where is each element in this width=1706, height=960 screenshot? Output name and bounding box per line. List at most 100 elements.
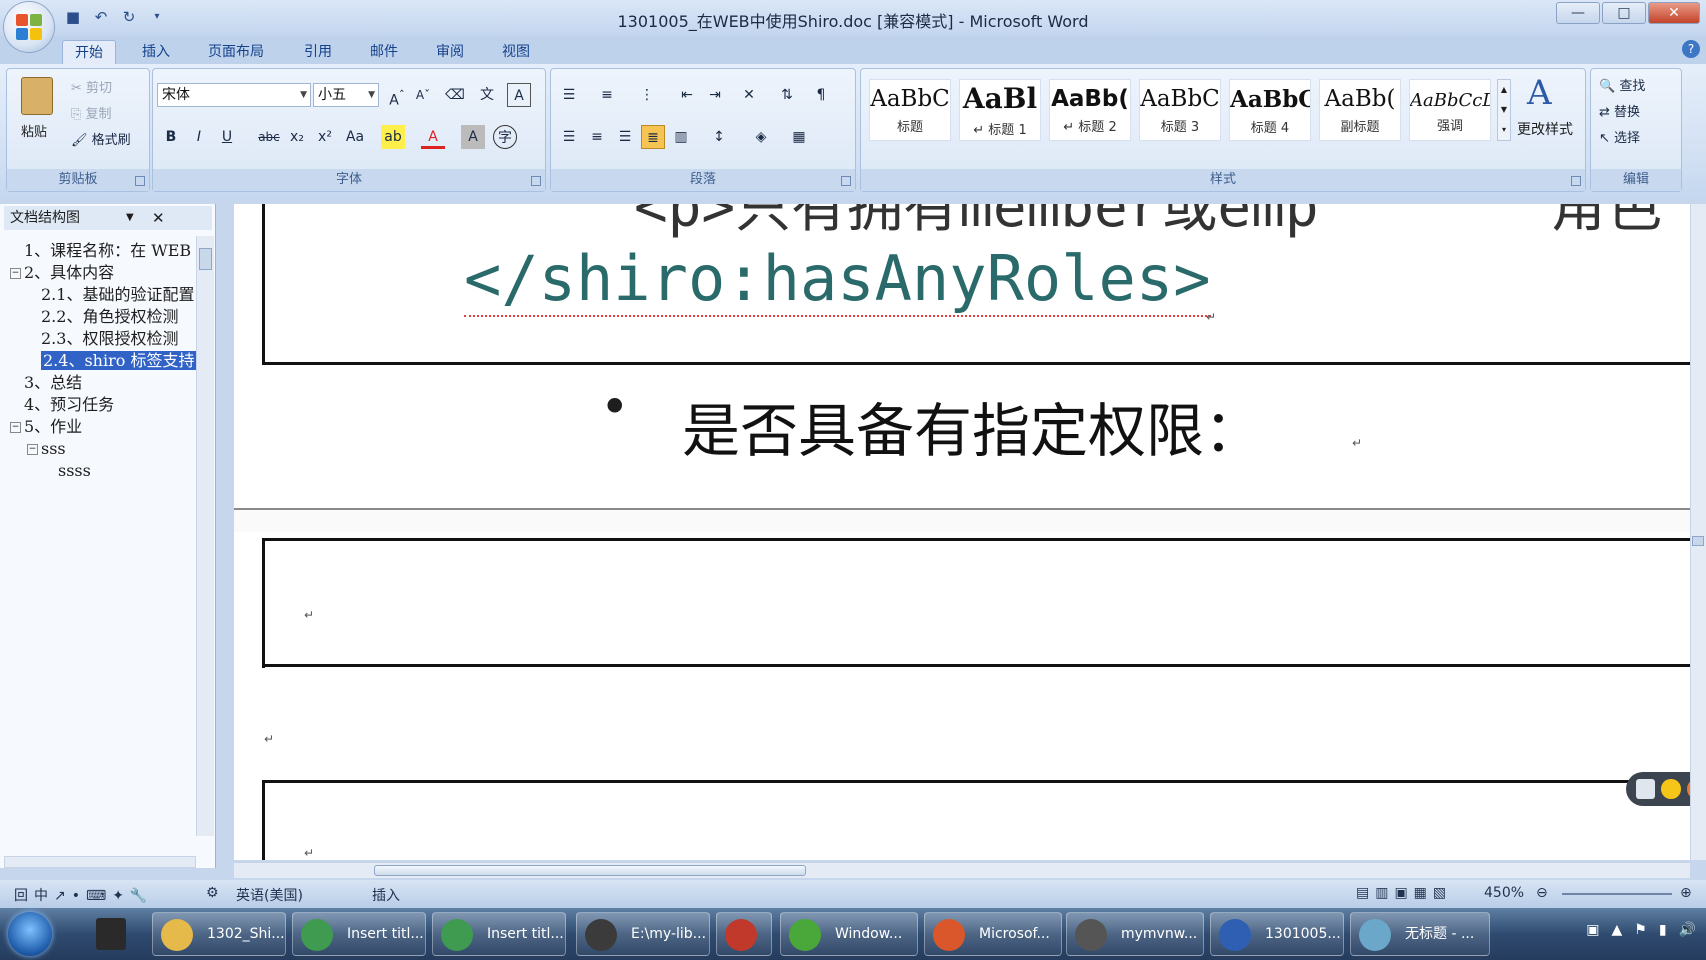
change-styles-button[interactable]: 更改样式 xyxy=(1517,119,1573,139)
style-emphasis[interactable]: AaBbCcD 强调 xyxy=(1409,79,1491,141)
cut-button[interactable]: ✂ 剪切 xyxy=(71,77,112,96)
minimize-button[interactable]: — xyxy=(1556,2,1600,24)
nav-tree-item[interactable]: ssss xyxy=(6,460,202,482)
nav-scroll-thumb[interactable] xyxy=(199,248,212,270)
chevron-down-icon[interactable]: ▼ xyxy=(126,206,134,230)
taskbar-button[interactable]: Insert titl... xyxy=(292,912,426,956)
decrease-indent-icon[interactable]: ⇤ xyxy=(675,83,699,107)
help-icon[interactable]: ? xyxy=(1682,40,1700,58)
view-buttons[interactable]: ▤▥▣▦▧ xyxy=(1356,885,1452,901)
clear-format-icon[interactable]: ⌫ xyxy=(443,83,467,107)
taskbar-button[interactable]: Microsof... xyxy=(924,912,1062,956)
sort-icon[interactable]: ⇅ xyxy=(775,83,799,107)
zoom-in-icon[interactable]: ⊕ xyxy=(1680,885,1692,901)
underline-button[interactable]: U xyxy=(215,125,239,149)
close-button[interactable]: ✕ xyxy=(1648,2,1700,24)
format-painter-button[interactable]: 🖌 格式刷 xyxy=(71,129,131,148)
tab-page-layout[interactable]: 页面布局 xyxy=(196,40,276,64)
tab-references[interactable]: 引用 xyxy=(292,40,344,64)
document-page[interactable]: <p>只有拥有member或emp 角色 </shiro:hasAnyRoles… xyxy=(234,204,1690,860)
tab-mailings[interactable]: 邮件 xyxy=(358,40,410,64)
font-size-combo[interactable]: 小五 ▼ xyxy=(313,83,379,107)
style-heading-4[interactable]: AaBbC 标题 4 xyxy=(1229,79,1311,141)
bold-button[interactable]: B xyxy=(159,125,183,149)
phonetic-guide-icon[interactable]: 文 xyxy=(475,83,499,107)
bullets-icon[interactable]: ☰ xyxy=(557,83,581,107)
nav-tree-item[interactable]: −2、具体内容 xyxy=(6,262,202,284)
nav-tree-item[interactable]: 3、总结 xyxy=(6,372,202,394)
tab-home[interactable]: 开始 xyxy=(62,40,116,64)
nav-tree-item[interactable]: 2.4、shiro 标签支持 xyxy=(6,350,202,372)
tray-icon[interactable]: ▣ xyxy=(1586,922,1599,938)
style-heading-2[interactable]: AaBb(↵ 标题 2 xyxy=(1049,79,1131,141)
select-button[interactable]: ↖ 选择 xyxy=(1599,127,1640,146)
replace-button[interactable]: ⇄ 替换 xyxy=(1599,101,1640,120)
font-launcher-icon[interactable] xyxy=(531,176,541,186)
change-case-icon[interactable]: Aa xyxy=(343,125,367,149)
taskbar-button[interactable]: 无标题 - ... xyxy=(1350,912,1490,956)
style-title[interactable]: AaBbC 标题 xyxy=(869,79,951,141)
chinese-layout-icon[interactable]: ✕ xyxy=(737,83,761,107)
font-name-combo[interactable]: 宋体 ▼ xyxy=(157,83,311,107)
nav-vertical-scrollbar[interactable] xyxy=(196,236,214,836)
numbering-icon[interactable]: ≡ xyxy=(595,83,619,107)
clipboard-launcher-icon[interactable] xyxy=(135,176,145,186)
style-subtitle[interactable]: AaBb(副标题 xyxy=(1319,79,1401,141)
tray-expand-icon[interactable]: ▲ xyxy=(1612,922,1623,938)
font-color-icon[interactable]: A xyxy=(421,125,445,149)
ime-toolbar-icon[interactable]: 回中↗•⌨✦🔧 xyxy=(14,885,153,905)
char-border-icon[interactable]: A xyxy=(507,83,531,107)
style-heading-3[interactable]: AaBbC 标题 3 xyxy=(1139,79,1221,141)
nav-tree-item[interactable]: −5、作业 xyxy=(6,416,202,438)
shading-icon[interactable]: ◈ xyxy=(749,125,773,149)
home-icon[interactable] xyxy=(1636,779,1656,799)
tab-view[interactable]: 视图 xyxy=(490,40,542,64)
borders-icon[interactable]: ▦ xyxy=(787,125,811,149)
multilevel-list-icon[interactable]: ⋮ xyxy=(635,83,659,107)
document-vertical-scrollbar[interactable] xyxy=(1690,204,1706,860)
start-button[interactable] xyxy=(8,912,52,956)
nav-tree-item[interactable]: 4、预习任务 xyxy=(6,394,202,416)
paste-icon[interactable] xyxy=(21,77,53,115)
italic-button[interactable]: I xyxy=(187,125,211,149)
insert-mode-status[interactable]: 插入 xyxy=(372,885,400,905)
distributed-icon[interactable]: ▥ xyxy=(669,125,693,149)
taskbar-button[interactable]: Insert titl... xyxy=(432,912,566,956)
align-left-icon[interactable]: ☰ xyxy=(557,125,581,149)
superscript-button[interactable]: x² xyxy=(313,125,337,149)
smile-icon[interactable] xyxy=(1661,779,1681,799)
taskbar-button[interactable]: 1301005... xyxy=(1210,912,1344,956)
style-heading-1[interactable]: AaBl ↵ 标题 1 xyxy=(959,79,1041,141)
paragraph-launcher-icon[interactable] xyxy=(841,176,851,186)
close-pane-icon[interactable]: ✕ xyxy=(152,206,165,230)
horizontal-scroll-thumb[interactable] xyxy=(374,865,806,876)
nav-tree-item[interactable]: 1、课程名称：在 WEB xyxy=(6,240,202,262)
char-shading-icon[interactable]: A xyxy=(461,125,485,149)
justify-icon[interactable]: ≣ xyxy=(641,125,665,149)
show-marks-icon[interactable]: ¶ xyxy=(809,83,833,107)
highlight-icon[interactable]: ab xyxy=(381,125,405,149)
line-spacing-icon[interactable]: ↕ xyxy=(707,125,731,149)
styles-scroll-icon[interactable]: ▲ ▼ ▾ xyxy=(1497,79,1511,141)
paste-button[interactable]: 粘贴 xyxy=(21,121,47,140)
document-horizontal-scrollbar[interactable] xyxy=(234,862,1690,878)
taskbar-button[interactable]: 1302_Shi... xyxy=(152,912,286,956)
taskbar-button[interactable]: mymvnw... xyxy=(1066,912,1204,956)
taskbar-button[interactable]: E:\my-lib... xyxy=(576,912,710,956)
tab-review[interactable]: 审阅 xyxy=(424,40,476,64)
enclose-char-icon[interactable]: 字 xyxy=(493,125,517,149)
strikethrough-button[interactable]: abc xyxy=(257,125,281,149)
tab-insert[interactable]: 插入 xyxy=(130,40,182,64)
shrink-font-icon[interactable]: Aˇ xyxy=(411,83,435,107)
collapse-icon[interactable]: − xyxy=(27,444,38,455)
document-scroll-thumb[interactable] xyxy=(1692,536,1704,546)
pinned-app-icon[interactable] xyxy=(96,918,126,950)
office-button[interactable] xyxy=(4,2,54,52)
zoom-out-icon[interactable]: ⊖ xyxy=(1536,885,1548,901)
taskbar-button[interactable]: Window... xyxy=(780,912,918,956)
language-status[interactable]: 英语(美国) xyxy=(236,885,303,905)
nav-tree-item[interactable]: 2.1、基础的验证配置 xyxy=(6,284,202,306)
change-styles-icon[interactable]: A xyxy=(1527,73,1552,113)
align-right-icon[interactable]: ☰ xyxy=(613,125,637,149)
increase-indent-icon[interactable]: ⇥ xyxy=(703,83,727,107)
